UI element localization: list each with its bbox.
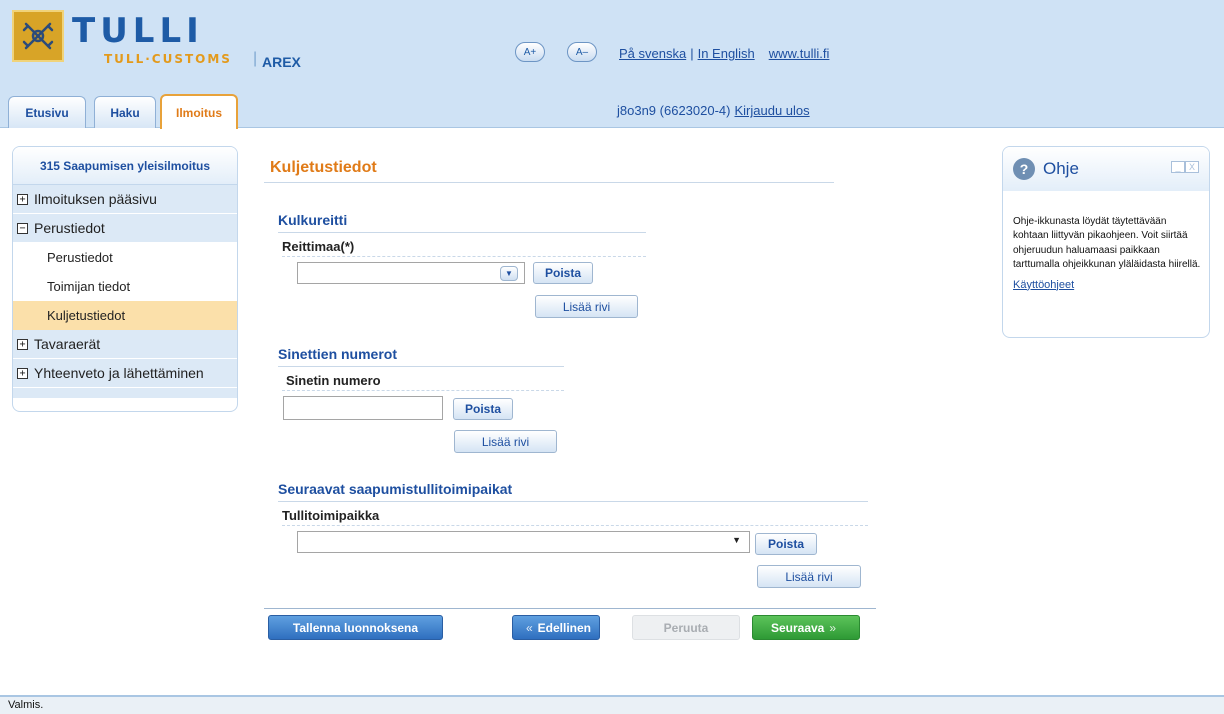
chevron-left-icon: « [525,620,533,635]
page-title: Kuljetustiedot [270,159,377,176]
actions-divider [264,608,876,609]
help-panel: ? Ohje _ X Ohje-ikkunasta löydät täytett… [1002,146,1210,338]
help-icon: ? [1013,158,1035,180]
sidebar-subitem-transport-info[interactable]: Kuljetustiedot [13,301,237,330]
collapse-icon[interactable]: − [17,222,28,234]
previous-label: Edellinen [537,620,592,635]
close-icon[interactable]: X [1185,161,1199,173]
help-title: Ohje [1043,159,1079,178]
office-field-divider [282,525,868,526]
sidebar-title: 315 Saapumisen yleisilmoitus [13,147,237,185]
help-body: Ohje-ikkunasta löydät täytettävään kohta… [1003,191,1209,292]
help-text: Ohje-ikkunasta löydät täytettävään kohta… [1013,216,1201,271]
customs-office-label: Tullitoimipaikka [282,508,380,523]
customs-emblem-icon [12,10,64,62]
seal-field-divider [282,390,564,391]
route-country-label: Reittimaa(*) [282,239,355,254]
font-decrease-button[interactable]: A– [567,42,597,62]
sidebar: 315 Saapumisen yleisilmoitus + Ilmoituks… [12,146,238,412]
seal-number-input[interactable] [283,396,443,420]
next-label: Seuraava [770,620,825,635]
site-link[interactable]: www.tulli.fi [769,46,830,61]
save-draft-button[interactable]: Tallenna luonnoksena [268,615,443,640]
help-panel-header[interactable]: ? Ohje _ X [1003,147,1209,191]
seal-add-row-button[interactable]: Lisää rivi [454,430,557,453]
sidebar-item-label: Ilmoituksen pääsivu [34,191,157,207]
chevron-right-icon: » [829,620,837,635]
sidebar-item-label: Tavaraerät [34,336,101,352]
logout-link[interactable]: Kirjaudu ulos [734,103,809,118]
sidebar-item-label: Yhteenveto ja lähettäminen [34,365,204,381]
next-button[interactable]: Seuraava » [752,615,860,640]
office-add-row-button[interactable]: Lisää rivi [757,565,861,588]
brand-separator: | [253,50,258,67]
lang-separator: | [690,46,694,61]
expand-icon[interactable]: + [17,193,28,205]
tab-etusivu[interactable]: Etusivu [8,96,86,128]
route-add-row-button[interactable]: Lisää rivi [535,295,638,318]
status-bar: Valmis. [0,695,1224,714]
app-header: TULLI TULL·CUSTOMS | AREX A+ A– På svens… [0,0,1224,129]
office-remove-button[interactable]: Poista [755,533,817,555]
brand-subtitle: TULL·CUSTOMS [104,52,232,66]
offices-section-divider [278,501,868,502]
route-field-divider [282,256,646,257]
language-links: På svenska | In English www.tulli.fi [619,46,829,61]
title-divider [264,182,834,183]
english-link[interactable]: In English [698,46,755,61]
seals-section-divider [278,366,564,367]
sidebar-item-summary-send[interactable]: + Yhteenveto ja lähettäminen [13,359,237,388]
seals-section-title: Sinettien numerot [278,346,398,362]
help-controls: _ X [1171,161,1199,173]
expand-icon[interactable]: + [17,367,28,379]
seal-number-label: Sinetin numero [286,373,381,388]
dropdown-arrow-icon[interactable]: ▼ [732,535,741,545]
tab-haku[interactable]: Haku [94,96,156,128]
user-guide-link[interactable]: Käyttöohjeet [1013,278,1201,292]
route-section-title: Kulkureitti [278,212,348,228]
brand-name: TULLI [72,11,204,51]
chevron-down-icon[interactable]: ▼ [500,266,518,281]
route-country-select[interactable]: ▼ [297,262,525,284]
route-remove-button[interactable]: Poista [533,262,593,284]
expand-icon[interactable]: + [17,338,28,350]
sidebar-item-label: Perustiedot [34,220,105,236]
sidebar-item-goods-items[interactable]: + Tavaraerät [13,330,237,359]
app-name: AREX [262,54,301,70]
save-draft-label: Tallenna luonnoksena [292,620,419,635]
sidebar-item-basic-info[interactable]: − Perustiedot [13,214,237,243]
minimize-icon[interactable]: _ [1171,161,1185,173]
customs-office-select[interactable]: ▼ [297,531,750,553]
sidebar-subitem-operator-info[interactable]: Toimijan tiedot [13,272,237,301]
seal-remove-button[interactable]: Poista [453,398,513,420]
previous-button[interactable]: « Edellinen [512,615,600,640]
swedish-link[interactable]: På svenska [619,46,686,61]
font-increase-button[interactable]: A+ [515,42,545,62]
cancel-label: Peruuta [663,620,709,635]
offices-section-title: Seuraavat saapumistullitoimipaikat [278,481,513,497]
tab-ilmoitus[interactable]: Ilmoitus [160,94,238,129]
sidebar-footer [13,388,237,398]
user-info: j8o3n9 (6623020-4) Kirjaudu ulos [617,103,810,118]
user-id: j8o3n9 (6623020-4) [617,103,731,118]
sidebar-item-main-page[interactable]: + Ilmoituksen pääsivu [13,185,237,214]
cancel-button[interactable]: Peruuta [632,615,740,640]
sidebar-subitem-basic-info[interactable]: Perustiedot [13,243,237,272]
route-section-divider [278,232,646,233]
